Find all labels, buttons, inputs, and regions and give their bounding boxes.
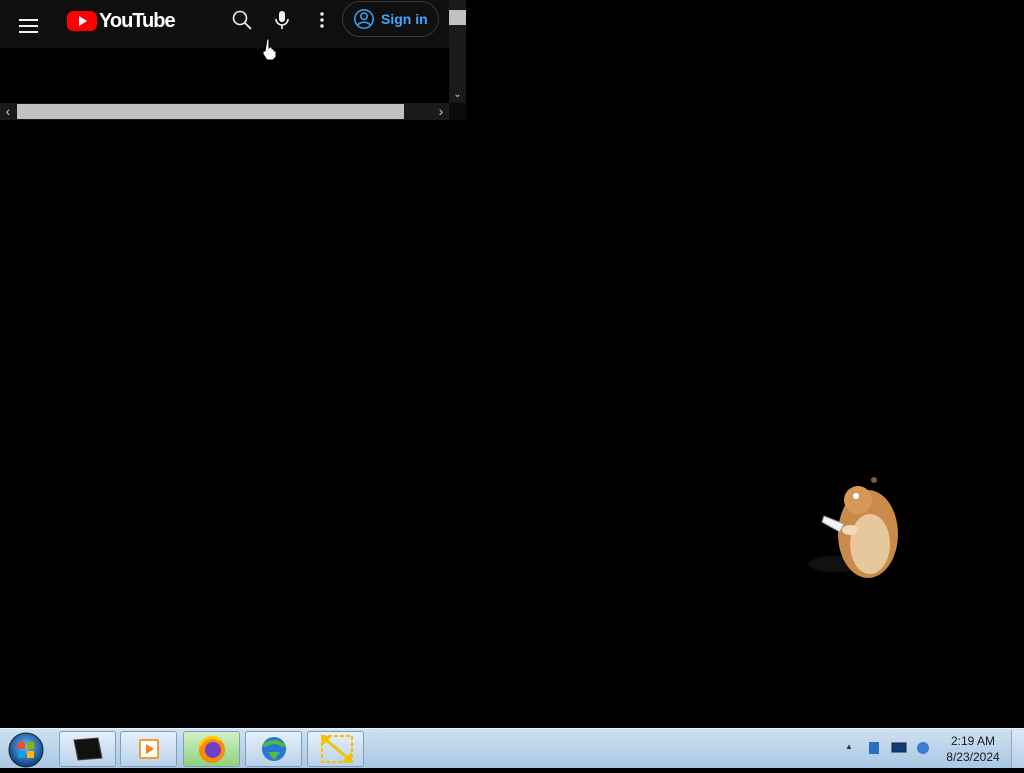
youtube-logo[interactable]: YouTube [67, 9, 176, 32]
show-desktop-button[interactable] [1011, 730, 1024, 768]
vertical-scroll-thumb[interactable] [449, 10, 466, 25]
taskbar-download-manager-button[interactable] [245, 731, 302, 767]
horizontal-scroll-thumb[interactable] [17, 104, 404, 119]
hamburger-line [19, 31, 38, 33]
browser-window: YouTube Sign in ⌄ ‹ › [0, 0, 466, 120]
scroll-left-arrow[interactable]: ‹ [0, 103, 16, 120]
taskbar-terminal-button[interactable] [59, 731, 116, 767]
scrollbar-corner [449, 103, 466, 120]
search-icon [232, 10, 252, 30]
display-tray-icon[interactable] [891, 741, 907, 755]
taskbar-media-player-button[interactable] [120, 731, 177, 767]
menu-button[interactable] [13, 8, 45, 40]
more-vert-icon [320, 12, 324, 28]
windows-start-icon [8, 732, 44, 768]
logo-text: YouTube [99, 9, 176, 32]
scroll-right-arrow[interactable]: › [433, 103, 449, 120]
sign-in-button[interactable]: Sign in [342, 1, 439, 37]
horizontal-scrollbar[interactable]: ‹ › [0, 103, 449, 120]
volume-tray-icon[interactable] [915, 741, 931, 755]
resize-tool-icon [321, 735, 353, 763]
youtube-play-icon [67, 11, 97, 31]
hamburger-line [19, 25, 38, 27]
clock-date: 8/23/2024 [946, 750, 1000, 764]
more-options-button[interactable] [310, 6, 334, 34]
network-tray-icon[interactable] [866, 741, 882, 755]
taskbar-firefox-button[interactable] [183, 731, 240, 767]
vertical-scrollbar[interactable]: ⌄ [449, 0, 466, 103]
hamster-desktop-pet-icon[interactable] [806, 472, 906, 582]
scroll-down-arrow[interactable]: ⌄ [449, 87, 466, 103]
hand-cursor-icon [262, 38, 277, 61]
download-manager-icon [262, 737, 286, 761]
sign-in-label: Sign in [381, 11, 428, 27]
search-button[interactable] [228, 6, 256, 34]
taskbar-resize-tool-button[interactable] [307, 731, 364, 767]
microphone-icon [275, 11, 289, 29]
firefox-icon [198, 735, 225, 763]
media-player-icon [139, 739, 159, 759]
youtube-header: YouTube Sign in [0, 0, 449, 48]
hamburger-icon [19, 19, 38, 21]
terminal-app-icon [73, 737, 103, 761]
voice-search-button[interactable] [270, 6, 294, 34]
start-button[interactable] [4, 730, 48, 768]
system-clock[interactable]: 2:19 AM 8/23/2024 [940, 733, 1006, 765]
taskbar: ▲ 2:19 AM 8/23/2024 [0, 728, 1024, 768]
show-hidden-icons-button[interactable]: ▲ [845, 742, 853, 751]
account-icon [354, 9, 374, 29]
clock-time: 2:19 AM [950, 734, 996, 748]
